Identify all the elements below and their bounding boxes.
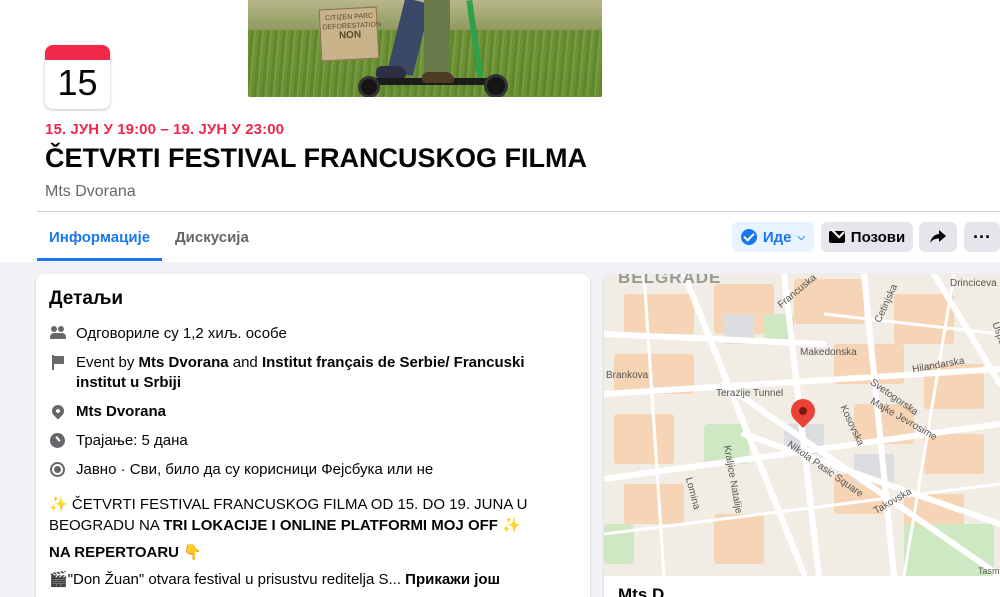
globe-icon <box>50 462 65 477</box>
pointing-down-icon: 👇 <box>183 544 202 561</box>
flag-icon <box>51 355 64 370</box>
map-street-label: Terazije Tunnel <box>716 388 784 399</box>
details-row-location: Mts Dvorana <box>49 402 577 422</box>
sparkles-icon: ✨ <box>49 496 68 513</box>
invite-label: Позови <box>850 228 906 246</box>
event-by-prefix: Event by <box>76 354 139 371</box>
cover-shoe <box>422 72 454 83</box>
event-time: 15. ЈУН У 19:00 – 19. ЈУН У 23:00 <box>45 121 285 138</box>
location-pin-icon <box>49 402 66 420</box>
check-circle-icon <box>740 229 757 245</box>
see-more-link[interactable]: Прикажи још <box>405 571 500 588</box>
cover-protest-sign: CITIZEN PARC DEFORESTATION NON <box>318 6 381 62</box>
map-venue-title: Mts D <box>618 585 665 597</box>
hosts-text: Event by Mts Dvorana and Institut frança… <box>76 353 577 393</box>
location-map[interactable]: BELGRADE Francuska Cetinjska Drinciceva … <box>604 274 1000 576</box>
details-row-responded: Одговориле су 1,2 хиљ. особе <box>49 324 577 344</box>
cover-leg <box>424 0 450 80</box>
map-street-label: Makedonska <box>800 347 857 358</box>
privacy-text: Јавно · Сви, било да су корисници Фејсбу… <box>76 461 434 478</box>
location-link[interactable]: Mts Dvorana <box>76 402 166 422</box>
event-cover-photo[interactable]: CITIZEN PARC DEFORESTATION NON <box>248 0 602 97</box>
map-card: BELGRADE Francuska Cetinjska Drinciceva … <box>604 274 1000 597</box>
description-paragraph-3: 🎬"Don Žuan" otvara festival u prisustvu … <box>49 569 577 590</box>
description-paragraph-1: ✨ ČETVRTI FESTIVAL FRANCUSKOG FILMA OD 1… <box>49 494 577 536</box>
date-badge-day: 15 <box>57 62 98 103</box>
more-options-button[interactable]: ··· <box>964 222 1000 252</box>
description-line-4: "Don Žuan" otvara festival u prisustvu r… <box>67 571 401 588</box>
tab-discussion[interactable]: Дискусија <box>163 219 261 261</box>
chevron-down-icon: ⌵ <box>797 231 806 243</box>
duration-text: Трајање: 5 дана <box>76 432 188 449</box>
map-city-label: BELGRADE <box>618 274 722 287</box>
invite-button[interactable]: Позови <box>821 222 913 252</box>
description-line-2-prefix: NA <box>139 517 164 534</box>
cover-shoe <box>376 66 406 78</box>
date-badge-bar <box>45 45 110 60</box>
details-row-duration: Трајање: 5 дана <box>49 431 577 451</box>
description-paragraph-2: NA REPERTOARU 👇 <box>49 542 577 563</box>
details-row-privacy: Јавно · Сви, било да су корисници Фејсбу… <box>49 460 577 480</box>
cover-wheel <box>358 76 380 97</box>
map-street-label: Brankova <box>606 370 649 381</box>
going-label: Иде <box>762 228 792 246</box>
details-title: Детаљи <box>49 288 124 309</box>
cover-wheel <box>484 74 508 97</box>
details-card: Детаљи Одговориле су 1,2 хиљ. особе Even… <box>36 274 590 597</box>
event-title: ČETVRTI FESTIVAL FRANCUSKOG FILMA <box>45 143 587 173</box>
map-street-label: Tasm <box>978 566 1000 576</box>
date-badge: 15 <box>45 45 110 109</box>
event-place[interactable]: Mts Dvorana <box>45 183 136 201</box>
header-divider <box>37 211 1000 212</box>
repertoire-heading: NA REPERTOARU <box>49 544 180 561</box>
tab-information[interactable]: Информације <box>37 219 163 261</box>
clapper-board-icon: 🎬 <box>49 571 68 588</box>
going-button[interactable]: Иде ⌵ <box>732 222 814 252</box>
cover-sign-line3: NON <box>338 29 362 42</box>
sparkles-icon: ✨ <box>502 517 521 534</box>
stopwatch-icon <box>50 433 65 448</box>
share-arrow-icon <box>930 230 946 243</box>
map-street-label: Drinciceva <box>950 278 997 289</box>
cover-sign-line1: CITIZEN PARC <box>324 12 374 23</box>
more-dots-icon: ··· <box>973 227 991 247</box>
and-text: and <box>228 354 262 371</box>
details-row-hosts: Event by Mts Dvorana and Institut frança… <box>49 353 577 393</box>
people-icon <box>49 326 66 340</box>
event-description: ✨ ČETVRTI FESTIVAL FRANCUSKOG FILMA OD 1… <box>49 494 577 590</box>
description-line-2-bold: TRI LOKACIJE I ONLINE PLATFORMI MOJ OFF <box>163 517 498 534</box>
host-link-mts[interactable]: Mts Dvorana <box>139 354 229 371</box>
envelope-icon <box>828 231 845 243</box>
share-button[interactable] <box>919 222 957 252</box>
responded-text: Одговориле су 1,2 хиљ. особе <box>76 325 287 342</box>
